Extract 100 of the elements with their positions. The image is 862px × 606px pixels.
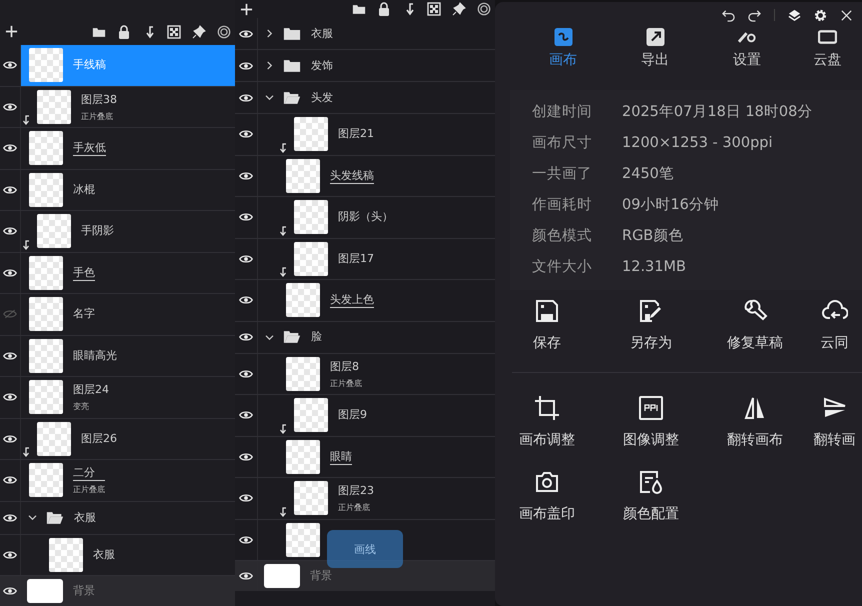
layer-thumbnail <box>294 117 328 152</box>
action-button[interactable]: 另存为 <box>599 298 703 352</box>
info-value: 09小时16分钟 <box>622 196 719 214</box>
lock-icon[interactable] <box>117 24 131 38</box>
layer-name: 手阴影 <box>81 223 114 240</box>
blend-mode: 正片叠底 <box>338 502 371 514</box>
eye-icon[interactable] <box>239 254 253 264</box>
eye-icon[interactable] <box>3 475 17 486</box>
eye-icon[interactable] <box>239 493 253 504</box>
eye-icon[interactable] <box>239 571 253 581</box>
chevron-icon[interactable] <box>266 61 273 70</box>
action-button[interactable]: 画布盖印 <box>495 469 599 523</box>
info-value: 12.31MB <box>622 258 686 274</box>
eye-icon[interactable] <box>239 368 253 379</box>
pin-icon[interactable] <box>192 24 206 38</box>
info-value: 1200×1253 - 300ppi <box>622 134 773 150</box>
action-button[interactable]: 保存 <box>495 298 599 352</box>
layer-name: 图层23 <box>338 483 374 500</box>
undo-icon[interactable] <box>722 8 735 22</box>
background-swatch <box>27 579 63 603</box>
spiral-icon[interactable] <box>477 2 491 16</box>
action-button[interactable]: 颜色配置 <box>599 469 703 523</box>
eye-icon[interactable] <box>239 92 253 102</box>
add-icon[interactable] <box>5 25 18 38</box>
eye-icon[interactable] <box>239 452 253 462</box>
cloud-drive-icon <box>818 28 837 46</box>
info-label: 创建时间 <box>532 103 593 121</box>
folder-name: 衣服 <box>74 510 96 526</box>
info-label: 文件大小 <box>532 258 593 276</box>
layer-thumbnail <box>29 131 63 166</box>
layers-icon[interactable] <box>788 8 801 22</box>
blend-mode: 变亮 <box>73 401 90 412</box>
eye-icon[interactable] <box>239 295 253 306</box>
layer-name: 图层24 <box>73 382 109 398</box>
layer-thumbnail <box>29 172 63 207</box>
layer-name: 图层21 <box>338 126 374 142</box>
add-icon[interactable] <box>240 2 253 16</box>
eye-icon[interactable] <box>3 586 17 596</box>
eye-icon[interactable] <box>3 268 17 278</box>
layer-thumbnail <box>29 338 63 373</box>
action-button[interactable]: 翻转画 <box>807 395 862 449</box>
redo-icon[interactable] <box>748 8 761 22</box>
chevron-icon[interactable] <box>266 29 273 38</box>
action-button[interactable]: 修复草稿 <box>703 298 807 352</box>
eye-icon[interactable] <box>239 212 253 222</box>
eye-icon[interactable] <box>3 226 17 236</box>
layer-name: 背景 <box>73 583 95 599</box>
eye-icon[interactable] <box>3 550 17 560</box>
action-button[interactable]: 画布调整 <box>495 395 599 449</box>
layer-name: 图层8 <box>330 358 360 375</box>
settings-icon[interactable] <box>814 8 827 22</box>
checker-icon[interactable] <box>427 2 441 16</box>
eye-icon[interactable] <box>3 184 17 195</box>
export-icon <box>646 28 664 46</box>
layer-name: 冰棍 <box>73 182 95 198</box>
eye-icon[interactable] <box>3 392 17 402</box>
menu-tab[interactable]: 导出 <box>609 28 701 74</box>
chevron-icon[interactable] <box>265 334 274 340</box>
menu-tab[interactable]: 画布 <box>517 28 609 74</box>
eye-icon[interactable] <box>239 534 253 545</box>
chevron-icon[interactable] <box>28 514 37 521</box>
eye-icon[interactable] <box>3 102 17 112</box>
info-value: RGB颜色 <box>622 227 684 245</box>
layer-thumbnail <box>286 356 320 391</box>
close-icon[interactable] <box>840 8 853 22</box>
eye-icon[interactable] <box>3 143 17 154</box>
eye-icon[interactable] <box>239 332 253 342</box>
pin-icon[interactable] <box>452 2 466 16</box>
menu-tab[interactable]: 设置 <box>701 28 793 74</box>
camera-icon <box>534 469 560 495</box>
layer-name: 头发上色 <box>330 292 374 308</box>
spiral-icon[interactable] <box>217 24 231 38</box>
layer-name: 名字 <box>73 306 95 322</box>
folder-name: 脸 <box>311 329 322 345</box>
eye-icon[interactable] <box>239 410 253 420</box>
layer-name: 眼睛高光 <box>73 348 117 364</box>
layer-thumbnail <box>29 463 63 498</box>
eye-icon[interactable] <box>3 60 17 70</box>
eye-icon[interactable] <box>239 129 253 140</box>
chevron-icon[interactable] <box>265 94 274 101</box>
menu-tab[interactable]: 云盘 <box>793 28 862 74</box>
eye-icon[interactable] <box>239 28 253 38</box>
checker-icon[interactable] <box>167 24 181 38</box>
eye-icon[interactable] <box>3 350 17 361</box>
layer-name: 图层26 <box>81 430 117 447</box>
blend-mode: 正片叠底 <box>73 484 105 496</box>
eye-icon[interactable] <box>3 434 17 444</box>
layer-thumbnail <box>29 297 63 332</box>
save-icon <box>534 298 560 324</box>
folder-name: 衣服 <box>311 26 333 42</box>
layer-name: 头发线稿 <box>330 168 374 184</box>
eye-icon[interactable] <box>3 512 17 522</box>
action-button[interactable]: 云同 <box>807 298 862 352</box>
eye-icon[interactable] <box>239 60 253 70</box>
lock-icon[interactable] <box>377 2 391 16</box>
folder-icon <box>283 58 301 72</box>
action-button[interactable]: 图像调整 <box>599 395 703 449</box>
action-button[interactable]: 翻转画布 <box>703 395 807 449</box>
eye-icon[interactable] <box>239 170 253 181</box>
folder-icon[interactable] <box>352 2 366 16</box>
